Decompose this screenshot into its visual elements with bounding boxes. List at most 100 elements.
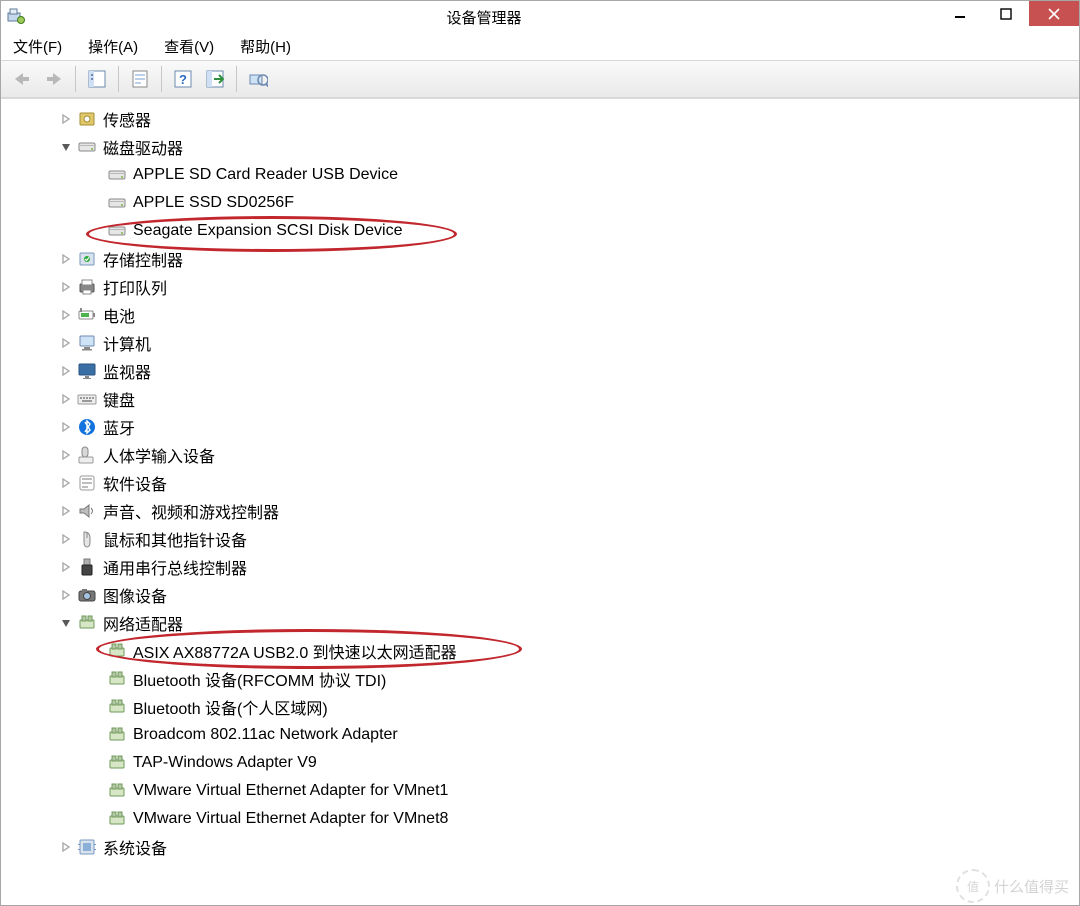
tree-item-n1[interactable]: ASIX AX88772A USB2.0 到快速以太网适配器 — [89, 637, 1079, 665]
expander-icon[interactable] — [59, 364, 73, 378]
monitor-icon — [77, 361, 97, 381]
soft-icon — [77, 473, 97, 493]
expander-icon[interactable] — [59, 616, 73, 630]
expander-icon[interactable] — [59, 840, 73, 854]
tree-item-network[interactable]: 网络适配器 — [59, 609, 1079, 637]
tree-item-label: 蓝牙 — [103, 415, 135, 439]
watermark: 值 什么值得买 — [956, 869, 1069, 903]
maximize-button[interactable] — [983, 1, 1029, 26]
expander-icon[interactable] — [59, 392, 73, 406]
tree-item-n7[interactable]: VMware Virtual Ethernet Adapter for VMne… — [89, 805, 1079, 833]
back-button[interactable] — [7, 64, 37, 94]
tree-item-d3[interactable]: Seagate Expansion SCSI Disk Device — [89, 217, 1079, 245]
expander-icon[interactable] — [59, 252, 73, 266]
svg-text:?: ? — [179, 72, 187, 87]
properties-button[interactable] — [125, 64, 155, 94]
scan-hardware-button[interactable] — [200, 64, 230, 94]
tree-item-n6[interactable]: VMware Virtual Ethernet Adapter for VMne… — [89, 777, 1079, 805]
net-icon — [107, 697, 127, 717]
tree-item-label: 磁盘驱动器 — [103, 135, 183, 159]
keyboard-icon — [77, 389, 97, 409]
menu-view[interactable]: 查看(V) — [160, 34, 218, 59]
tree-item-label: 存储控制器 — [103, 247, 183, 271]
tree-item-usb[interactable]: 通用串行总线控制器 — [59, 553, 1079, 581]
tree-item-n3[interactable]: Bluetooth 设备(个人区域网) — [89, 693, 1079, 721]
expander-icon[interactable] — [59, 504, 73, 518]
expander-icon[interactable] — [59, 280, 73, 294]
expander-icon[interactable] — [59, 112, 73, 126]
toolbar-separator — [161, 66, 162, 92]
help-button[interactable]: ? — [168, 64, 198, 94]
net-icon — [107, 753, 127, 773]
expander-spacer — [89, 812, 103, 826]
expander-icon[interactable] — [59, 476, 73, 490]
menu-help[interactable]: 帮助(H) — [236, 34, 295, 59]
expander-icon[interactable] — [59, 560, 73, 574]
tree-item-label: 键盘 — [103, 387, 135, 411]
tree-item-printers[interactable]: 打印队列 — [59, 273, 1079, 301]
storage-icon — [77, 249, 97, 269]
menubar: 文件(F) 操作(A) 查看(V) 帮助(H) — [1, 33, 1079, 60]
tree-item-computer[interactable]: 计算机 — [59, 329, 1079, 357]
tree-item-label: TAP-Windows Adapter V9 — [133, 754, 317, 772]
expander-icon[interactable] — [59, 448, 73, 462]
expander-icon[interactable] — [59, 308, 73, 322]
tree-item-bluetooth[interactable]: 蓝牙 — [59, 413, 1079, 441]
tree-item-storage[interactable]: 存储控制器 — [59, 245, 1079, 273]
tree-item-label: 监视器 — [103, 359, 151, 383]
expander-spacer — [89, 756, 103, 770]
expander-spacer — [89, 728, 103, 742]
tree-item-n4[interactable]: Broadcom 802.11ac Network Adapter — [89, 721, 1079, 749]
tree-item-label: APPLE SSD SD0256F — [133, 194, 294, 212]
tree-item-label: 通用串行总线控制器 — [103, 555, 247, 579]
tree-item-software[interactable]: 软件设备 — [59, 469, 1079, 497]
expander-icon[interactable] — [59, 420, 73, 434]
tree-item-d2[interactable]: APPLE SSD SD0256F — [89, 189, 1079, 217]
tree-item-label: Bluetooth 设备(RFCOMM 协议 TDI) — [133, 667, 386, 691]
hid-icon — [77, 445, 97, 465]
tree-item-label: ASIX AX88772A USB2.0 到快速以太网适配器 — [133, 639, 457, 663]
tree-item-battery[interactable]: 电池 — [59, 301, 1079, 329]
expander-icon[interactable] — [59, 588, 73, 602]
tree-item-disks[interactable]: 磁盘驱动器 — [59, 133, 1079, 161]
tree-item-keyboard[interactable]: 键盘 — [59, 385, 1079, 413]
menu-file[interactable]: 文件(F) — [9, 34, 66, 59]
menu-action[interactable]: 操作(A) — [84, 34, 142, 59]
show-hide-tree-button[interactable] — [82, 64, 112, 94]
close-button[interactable] — [1029, 1, 1079, 26]
net-icon — [107, 669, 127, 689]
tree-item-label: Bluetooth 设备(个人区域网) — [133, 695, 328, 719]
tree-item-monitor[interactable]: 监视器 — [59, 357, 1079, 385]
expander-icon[interactable] — [59, 532, 73, 546]
titlebar[interactable]: 设备管理器 — [1, 1, 1079, 33]
device-tree[interactable]: 传感器磁盘驱动器APPLE SD Card Reader USB Device A… — [1, 99, 1079, 905]
tree-item-label: 电池 — [103, 303, 135, 327]
system-icon — [77, 837, 97, 857]
expander-icon[interactable] — [59, 140, 73, 154]
minimize-button[interactable] — [937, 1, 983, 26]
forward-button[interactable] — [39, 64, 69, 94]
tree-item-mouse[interactable]: 鼠标和其他指针设备 — [59, 525, 1079, 553]
tree-item-d1[interactable]: APPLE SD Card Reader USB Device — [89, 161, 1079, 189]
tree-item-system[interactable]: 系统设备 — [59, 833, 1079, 861]
tree-item-sensors[interactable]: 传感器 — [59, 105, 1079, 133]
tree-item-label: Seagate Expansion SCSI Disk Device — [133, 222, 402, 240]
net-icon — [107, 641, 127, 661]
tree-item-label: 声音、视频和游戏控制器 — [103, 499, 279, 523]
window-title: 设备管理器 — [446, 7, 521, 28]
tree-item-hid[interactable]: 人体学输入设备 — [59, 441, 1079, 469]
mouse-icon — [77, 529, 97, 549]
expander-icon[interactable] — [59, 336, 73, 350]
toolbar-separator — [236, 66, 237, 92]
net-icon — [107, 725, 127, 745]
device-manager-window: 设备管理器 文件(F) 操作(A) 查看(V) 帮助(H) ? 传感器磁盘驱动器… — [0, 0, 1080, 906]
update-driver-button[interactable] — [243, 64, 273, 94]
expander-spacer — [89, 168, 103, 182]
tree-item-label: VMware Virtual Ethernet Adapter for VMne… — [133, 810, 448, 828]
tree-item-imaging[interactable]: 图像设备 — [59, 581, 1079, 609]
tree-item-sound[interactable]: 声音、视频和游戏控制器 — [59, 497, 1079, 525]
tree-item-n5[interactable]: TAP-Windows Adapter V9 — [89, 749, 1079, 777]
tree-item-n2[interactable]: Bluetooth 设备(RFCOMM 协议 TDI) — [89, 665, 1079, 693]
disk-icon — [77, 137, 97, 157]
disk-icon — [107, 165, 127, 185]
